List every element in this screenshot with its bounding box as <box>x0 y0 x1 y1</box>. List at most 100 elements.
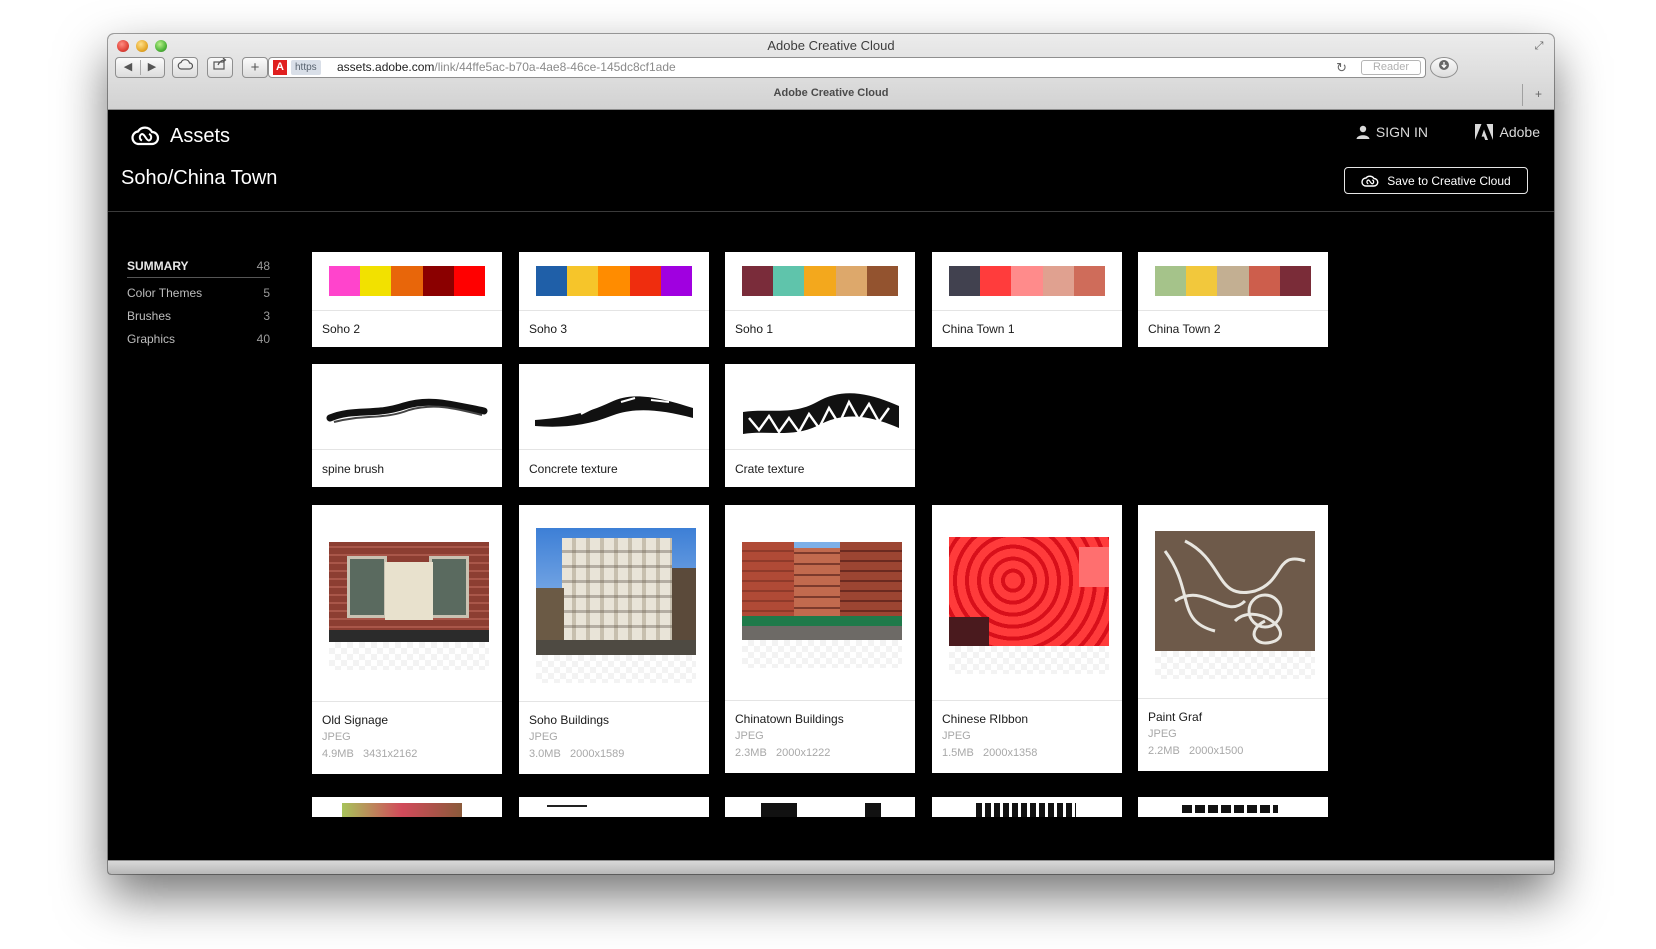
sidebar-item-count: 40 <box>256 331 270 346</box>
color-swatch <box>660 266 693 296</box>
graphic-size: 1.5MB <box>942 747 974 759</box>
sidebar-item-color-themes[interactable]: Color Themes 5 <box>127 281 270 304</box>
adobe-link[interactable]: Adobe <box>1474 124 1540 140</box>
window-title: Adobe Creative Cloud <box>767 38 895 53</box>
tab-bar: Adobe Creative Cloud + <box>108 84 1554 106</box>
color-swatch <box>742 266 774 296</box>
graphic-name: Old Signage <box>322 713 389 727</box>
graphic-card-partial[interactable] <box>725 797 915 817</box>
url-path: /link/44ffe5ac-b70a-4ae8-46ce-145dc8cf1a… <box>434 60 676 74</box>
graphic-dimensions: 2000x1500 <box>1188 745 1244 757</box>
address-bar[interactable]: A https assets.adobe.com/link/44ffe5ac-b… <box>268 57 1426 78</box>
sign-in-link[interactable]: SIGN IN <box>1356 124 1428 140</box>
brush-card[interactable]: Crate texture <box>725 364 915 487</box>
sidebar-item-count: 3 <box>263 308 270 323</box>
color-swatches <box>1155 266 1312 296</box>
color-swatch <box>1073 266 1106 296</box>
color-swatch <box>949 266 981 296</box>
fullscreen-icon[interactable]: ⤢ <box>1532 39 1546 53</box>
graphic-card-partial[interactable] <box>932 797 1122 817</box>
share-button[interactable] <box>207 57 233 78</box>
save-to-creative-cloud-button[interactable]: Save to Creative Cloud <box>1344 167 1528 194</box>
graphic-name: Chinese RIbbon <box>942 712 1029 726</box>
graphic-card-partial[interactable] <box>312 797 502 817</box>
brush-name: Concrete texture <box>529 462 618 476</box>
graphic-thumbnail <box>329 542 489 670</box>
color-swatches <box>742 266 899 296</box>
color-theme-card[interactable]: China Town 2 <box>1138 252 1328 347</box>
tab-active[interactable]: Adobe Creative Cloud <box>108 87 1554 99</box>
graphic-card-partial[interactable] <box>1138 797 1328 817</box>
graphic-size: 4.9MB <box>322 748 354 760</box>
graphic-format: JPEG <box>942 730 971 742</box>
download-icon <box>1439 60 1449 70</box>
color-theme-card[interactable]: Soho 1 <box>725 252 915 347</box>
header-divider <box>108 211 1554 212</box>
brush-stroke-preview <box>743 393 899 435</box>
add-bookmark-button[interactable]: + <box>242 57 268 78</box>
graphic-card[interactable]: Old Signage JPEG 4.9MB 3431x2162 <box>312 505 502 774</box>
color-theme-card[interactable]: Soho 2 <box>312 252 502 347</box>
sidebar-item-label: Color Themes <box>127 285 203 300</box>
sidebar-item-brushes[interactable]: Brushes 3 <box>127 304 270 327</box>
back-arrow-icon[interactable]: ◀ <box>116 58 140 77</box>
color-theme-card[interactable]: China Town 1 <box>932 252 1122 347</box>
graphic-dimensions: 2000x1589 <box>569 748 625 760</box>
reader-button[interactable]: Reader <box>1361 60 1421 75</box>
color-swatch <box>1217 266 1249 296</box>
sidebar-item-graphics[interactable]: Graphics 40 <box>127 327 270 350</box>
downloads-button[interactable] <box>1430 57 1458 78</box>
theme-name: Soho 3 <box>529 322 568 336</box>
graphic-dimensions: 3431x2162 <box>362 748 418 760</box>
color-swatch <box>360 266 392 296</box>
nav-buttons: ◀ ▶ <box>115 57 165 78</box>
graphic-card[interactable]: Paint Graf JPEG 2.2MB 2000x1500 <box>1138 505 1328 771</box>
graphic-size: 2.3MB <box>735 747 767 759</box>
graphic-thumbnail <box>536 528 696 683</box>
url-host: assets.adobe.com <box>337 60 435 74</box>
reload-icon[interactable]: ↻ <box>1336 58 1347 77</box>
graphic-card[interactable]: Chinese RIbbon JPEG 1.5MB 2000x1358 <box>932 505 1122 773</box>
color-swatches <box>949 266 1106 296</box>
collection-title: Soho/China Town <box>121 167 278 189</box>
icloud-tabs-button[interactable] <box>172 57 198 78</box>
graphic-card[interactable]: Soho Buildings JPEG 3.0MB 2000x1589 <box>519 505 709 774</box>
color-swatch <box>1155 266 1187 296</box>
app-name: Assets <box>170 124 231 147</box>
https-lock-badge: https <box>291 60 321 75</box>
sidebar-item-count: 5 <box>263 285 270 300</box>
brush-stroke-preview <box>535 396 693 427</box>
color-swatch <box>1248 266 1280 296</box>
graphic-size: 3.0MB <box>529 748 561 760</box>
graphic-card-partial[interactable] <box>519 797 709 817</box>
color-swatch <box>422 266 454 296</box>
graphic-thumbnail <box>742 542 902 668</box>
color-swatch <box>773 266 805 296</box>
user-icon <box>1356 125 1370 139</box>
new-tab-button[interactable]: + <box>1522 84 1554 106</box>
color-swatch <box>329 266 361 296</box>
sidebar-item-label: SUMMARY <box>127 259 189 273</box>
color-swatch <box>835 266 867 296</box>
title-bar: Adobe Creative Cloud ⤢ ◀ ▶ + A https asse… <box>108 34 1554 110</box>
adobe-label: Adobe <box>1499 124 1540 140</box>
forward-arrow-icon[interactable]: ▶ <box>140 58 164 77</box>
theme-name: China Town 2 <box>1148 322 1221 336</box>
graphic-dimensions: 2000x1358 <box>982 747 1038 759</box>
theme-name: Soho 2 <box>322 322 361 336</box>
url-text: assets.adobe.com/link/44ffe5ac-b70a-4ae8… <box>337 58 676 77</box>
graphic-format: JPEG <box>529 731 558 743</box>
brand[interactable]: Assets <box>130 122 230 150</box>
browser-window: Adobe Creative Cloud ⤢ ◀ ▶ + A https asse… <box>108 34 1554 874</box>
color-swatch <box>391 266 423 296</box>
sidebar-item-summary[interactable]: SUMMARY 48 <box>127 255 270 278</box>
graphic-card[interactable]: Chinatown Buildings JPEG 2.3MB 2000x1222 <box>725 505 915 773</box>
color-swatch <box>1186 266 1218 296</box>
cloud-icon <box>177 59 194 70</box>
color-theme-card[interactable]: Soho 3 <box>519 252 709 347</box>
graphic-format: JPEG <box>1148 728 1177 740</box>
brush-card[interactable]: Concrete texture <box>519 364 709 487</box>
brush-card[interactable]: spine brush <box>312 364 502 487</box>
save-label: Save to Creative Cloud <box>1387 173 1511 188</box>
graphic-thumbnail <box>1155 531 1315 679</box>
